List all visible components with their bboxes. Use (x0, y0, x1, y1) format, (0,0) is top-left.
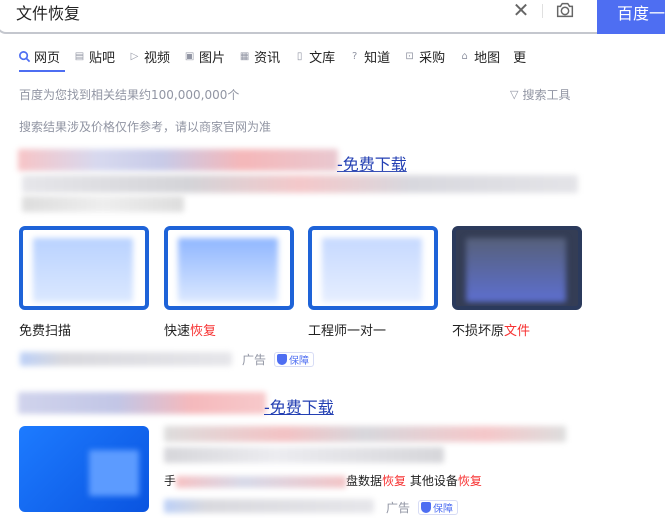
sitelink-text: 手 (164, 474, 177, 488)
sitelink-text: 盘数据 (346, 474, 383, 488)
search-button[interactable]: 百度一下 (597, 0, 665, 63)
card-label-fast[interactable]: 快速恢复 (164, 320, 216, 339)
tab-label: 贴吧 (89, 50, 116, 66)
feature-card-fast[interactable] (164, 226, 294, 310)
filter-icon: ▽ (510, 88, 519, 101)
result2-title-blur[interactable] (18, 392, 266, 414)
tab-label: 文库 (309, 50, 336, 66)
card-label-text: 免费扫描 (19, 324, 72, 339)
result2-desc-blur (164, 426, 566, 442)
tab-label: 地图 (474, 50, 501, 66)
card-image (322, 238, 422, 302)
tab-label: 更 (513, 50, 527, 66)
tab-zhidao[interactable]: ? 知道 (348, 46, 390, 66)
tab-label: 知道 (364, 50, 391, 66)
tab-tieba[interactable]: ▤ 贴吧 (73, 46, 115, 66)
card-label-text: 快速 (164, 324, 191, 339)
result2-source-blur (164, 499, 374, 513)
document-icon: ▯ (296, 50, 303, 62)
tab-caigou[interactable]: ⊡ 采购 (403, 46, 445, 66)
tab-label: 网页 (34, 50, 61, 66)
guarantee-label: 保障 (289, 356, 310, 367)
result1-title[interactable]: -免费下载 (337, 151, 407, 175)
guarantee-badge[interactable]: 保障 (274, 352, 315, 367)
clear-icon[interactable]: ✕ (511, 0, 531, 20)
sitelink-text: 其他设备 (409, 474, 458, 488)
search-tools[interactable]: ▽ 搜索工具 (510, 86, 570, 103)
tab-more[interactable]: 更 (513, 46, 526, 66)
search-input[interactable] (16, 0, 476, 24)
image-icon: ▣ (184, 50, 195, 62)
map-icon: ⌂ (461, 50, 468, 62)
tab-label: 资讯 (254, 50, 281, 66)
guarantee-label: 保障 (433, 504, 454, 515)
question-icon: ? (351, 50, 358, 62)
sitelink-highlight: 恢复 (382, 474, 407, 488)
tab-video[interactable]: ▷ 视频 (128, 46, 170, 66)
result1-source-blur (20, 352, 232, 366)
feature-card-engineer[interactable] (308, 226, 438, 310)
video-icon: ▷ (130, 50, 139, 62)
search-icon (19, 50, 31, 62)
result2-ad-row: 广告 保障 (386, 499, 459, 516)
result1-desc-blur (22, 175, 578, 193)
card-label-text: 工程师一对一 (308, 324, 387, 339)
feature-card-scan[interactable] (19, 226, 149, 310)
search-box[interactable]: ✕ (0, 0, 598, 34)
tab-wenku[interactable]: ▯ 文库 (293, 46, 335, 66)
tab-label: 图片 (199, 50, 226, 66)
price-notice: 搜索结果涉及价格仅作参考，请以商家官网为准 (19, 120, 272, 134)
tab-web[interactable]: 网页 (18, 46, 60, 66)
search-tools-label: 搜索工具 (522, 88, 571, 102)
result2-title[interactable]: -免费下载 (264, 394, 334, 418)
card-label-text: 不损坏原 (452, 324, 505, 339)
results-count: 百度为您找到相关结果约100,000,000个 (19, 88, 240, 102)
shield-icon (421, 502, 432, 513)
sitelink-highlight: 恢复 (457, 474, 482, 488)
nav-tabs: 网页 ▤ 贴吧 ▷ 视频 ▣ 图片 ▦ 资讯 ▯ 文库 ? 知道 ⊡ 采购 ⌂ … (18, 46, 539, 66)
card-label-highlight: 文件 (504, 324, 531, 339)
card-label-engineer[interactable]: 工程师一对一 (308, 320, 386, 339)
tab-map[interactable]: ⌂ 地图 (458, 46, 500, 66)
result1-ad-row: 广告 保障 (242, 351, 315, 368)
guarantee-badge[interactable]: 保障 (418, 500, 459, 515)
tieba-icon: ▤ (74, 50, 85, 62)
card-image (33, 238, 133, 302)
ad-label: 广告 (386, 501, 411, 515)
camera-icon[interactable] (554, 0, 576, 21)
divider (542, 4, 543, 18)
tab-label: 视频 (144, 50, 171, 66)
result1-title-blur[interactable] (18, 149, 338, 171)
news-icon: ▦ (239, 50, 250, 62)
card-label-highlight: 恢复 (190, 324, 217, 339)
result1-desc-blur-2 (22, 196, 184, 212)
result2-thumbnail[interactable] (19, 426, 149, 512)
card-image (178, 238, 278, 302)
shopping-icon: ⊡ (405, 50, 414, 62)
tab-news[interactable]: ▦ 资讯 (238, 46, 280, 66)
feature-card-safe[interactable] (452, 226, 582, 310)
ad-label: 广告 (242, 353, 267, 367)
sitelink-blur (176, 475, 347, 488)
active-tab-indicator (19, 70, 65, 72)
tab-image[interactable]: ▣ 图片 (183, 46, 225, 66)
card-label-safe[interactable]: 不损坏原文件 (452, 320, 530, 339)
thumbnail-content (89, 450, 139, 496)
tab-label: 采购 (419, 50, 446, 66)
card-image (466, 238, 566, 302)
card-label-scan[interactable]: 免费扫描 (19, 320, 71, 339)
result2-sitelinks[interactable]: 手盘数据恢复 其他设备恢复 (164, 472, 482, 489)
shield-icon (277, 354, 288, 365)
result2-desc-blur-2 (164, 447, 444, 463)
